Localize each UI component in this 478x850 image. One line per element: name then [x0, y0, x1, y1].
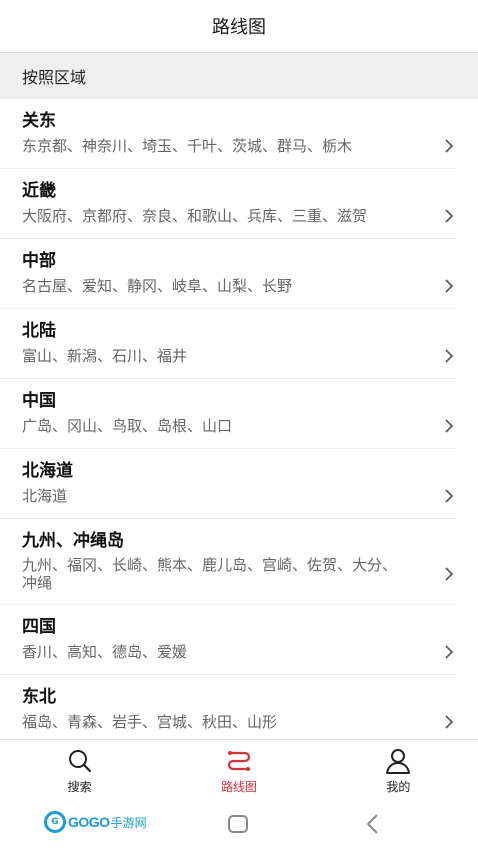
home-button[interactable]: [228, 815, 248, 833]
chevron-right-icon: [442, 279, 456, 293]
tab-label: 我的: [386, 780, 411, 794]
region-title: 四国: [22, 617, 56, 637]
region-row-shikoku[interactable]: 四国 香川、高知、德岛、爱媛: [0, 605, 456, 675]
region-title: 中部: [22, 251, 56, 271]
chevron-right-icon: [442, 209, 456, 223]
region-title: 北海道: [22, 461, 73, 481]
bottom-tab-bar: 搜索 路线图 我的: [0, 739, 478, 799]
region-row-tohoku[interactable]: 东北 福岛、青森、岩手、宫城、秋田、山形: [0, 675, 456, 739]
region-subtitle: 大阪府、京都府、奈良、和歌山、兵库、三重、滋贺: [22, 207, 368, 225]
route-icon: [227, 751, 251, 771]
region-subtitle: 东京都、神奈川、埼玉、千叶、茨城、群马、栃木: [22, 137, 353, 155]
chevron-right-icon: [442, 567, 456, 581]
tab-search[interactable]: 搜索: [0, 740, 159, 799]
logo-brand: GOGO: [68, 814, 110, 830]
search-icon: [68, 750, 91, 773]
region-subtitle: 富山、新潟、石川、福井: [22, 347, 188, 365]
region-title: 九州、冲绳岛: [22, 531, 124, 551]
region-row-chubu[interactable]: 中部 名古屋、爱知、静冈、岐阜、山梨、长野: [0, 239, 456, 309]
tab-label: 路线图: [220, 780, 257, 794]
logo-sub: 手游网: [110, 815, 147, 830]
section-header: 按照区域: [0, 53, 478, 99]
region-row-chugoku[interactable]: 中国 广岛、冈山、鸟取、岛根、山口: [0, 379, 456, 449]
region-row-hokuriku[interactable]: 北陆 富山、新潟、石川、福井: [0, 309, 456, 379]
back-icon[interactable]: [364, 813, 382, 835]
tab-label: 搜索: [67, 780, 92, 794]
chevron-right-icon: [442, 139, 456, 153]
app-header: 路线图: [0, 0, 478, 53]
chevron-right-icon: [442, 645, 456, 659]
region-subtitle: 福岛、青森、岩手、宫城、秋田、山形: [22, 713, 278, 731]
region-subtitle: 广岛、冈山、鸟取、岛根、山口: [22, 417, 233, 435]
region-row-kyushu-okinawa[interactable]: 九州、冲绳岛 九州、福冈、长崎、熊本、鹿儿岛、宫崎、佐贺、大分、冲绳: [0, 519, 456, 605]
chevron-right-icon: [442, 349, 456, 363]
region-title: 北陆: [22, 321, 56, 341]
chevron-right-icon: [442, 715, 456, 729]
tab-route-map[interactable]: 路线图: [159, 740, 318, 799]
tab-mine[interactable]: 我的: [319, 740, 478, 799]
chevron-right-icon: [442, 489, 456, 503]
region-row-kinki[interactable]: 近畿 大阪府、京都府、奈良、和歌山、兵库、三重、滋贺: [0, 169, 456, 239]
region-title: 东北: [22, 687, 56, 707]
page-title: 路线图: [212, 17, 266, 38]
user-icon: [386, 749, 411, 774]
region-subtitle: 名古屋、爱知、静冈、岐阜、山梨、长野: [22, 277, 293, 295]
chevron-right-icon: [442, 419, 456, 433]
region-title: 近畿: [22, 181, 56, 201]
region-subtitle: 九州、福冈、长崎、熊本、鹿儿岛、宫崎、佐贺、大分、冲绳: [22, 556, 398, 592]
region-title: 中国: [22, 391, 56, 411]
region-subtitle: 北海道: [22, 487, 68, 505]
logo-icon: G: [44, 811, 66, 833]
watermark-logo: G GOGO 手游网: [44, 811, 147, 833]
region-row-hokkaido[interactable]: 北海道 北海道: [0, 449, 456, 519]
region-list: 关东 东京都、神奈川、埼玉、千叶、茨城、群马、栃木 近畿 大阪府、京都府、奈良、…: [0, 99, 478, 739]
region-subtitle: 香川、高知、德岛、爱媛: [22, 643, 188, 661]
region-title: 关东: [22, 111, 56, 131]
region-row-kanto[interactable]: 关东 东京都、神奈川、埼玉、千叶、茨城、群马、栃木: [0, 99, 456, 169]
system-navigation-bar: G GOGO 手游网: [0, 799, 478, 850]
